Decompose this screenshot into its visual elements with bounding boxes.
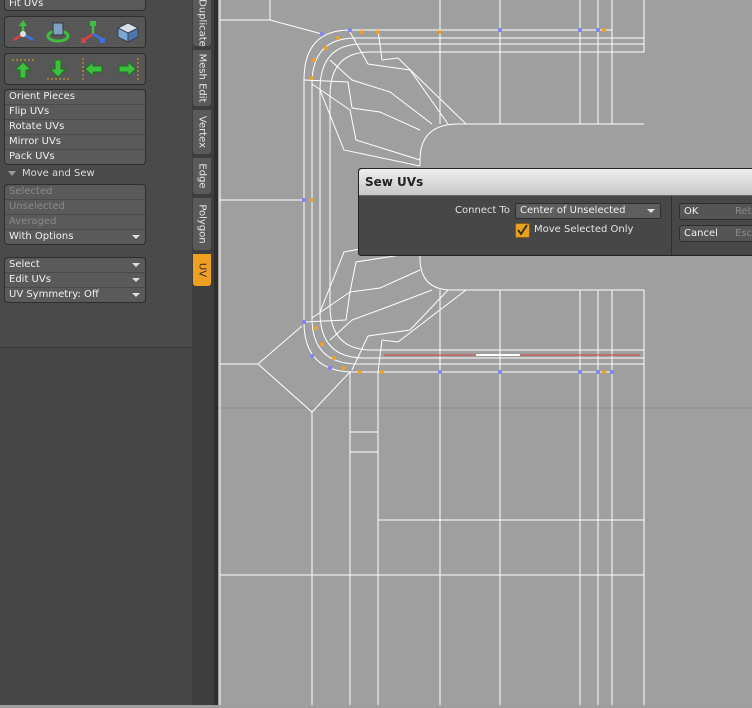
arrow-tool-bar (4, 53, 146, 85)
sew-modes-group: Selected Unselected Averaged With Option… (4, 184, 146, 245)
sew-averaged-button[interactable]: Averaged (5, 215, 145, 230)
vertical-tab-strip: Duplicate Mesh Edit Vertex Edge Polygon … (192, 0, 214, 705)
tool-panel: Fit UVs Orient Pieces Flip UVs Rotate UV… (0, 0, 192, 705)
sew-uvs-dialog: Sew UVs Connect To Center of Unselected … (358, 168, 752, 256)
rotate-tool-icon[interactable] (43, 19, 73, 45)
ok-shortcut-hint: Ret (735, 206, 752, 217)
dropdown-arrow-icon (132, 235, 140, 239)
ok-button[interactable]: OK Ret (679, 203, 752, 220)
cancel-button[interactable]: Cancel Esc (679, 225, 752, 242)
tab-edge[interactable]: Edge (193, 158, 211, 194)
move-selected-only-label: Move Selected Only (534, 224, 634, 235)
cancel-shortcut-hint: Esc (735, 228, 752, 239)
with-options-label: With Options (9, 231, 74, 242)
fit-uvs-button[interactable]: Fit UVs (5, 0, 145, 10)
mode-dropdowns-group: Select Edit UVs UV Symmetry: Off (4, 257, 146, 303)
select-dropdown[interactable]: Select (5, 258, 145, 273)
sew-unselected-button[interactable]: Unselected (5, 200, 145, 215)
fit-uvs-group: Fit UVs (4, 0, 146, 11)
uv-wireframe (218, 0, 752, 705)
select-dropdown-label: Select (9, 259, 40, 270)
dialog-title[interactable]: Sew UVs (359, 169, 752, 196)
tab-uv[interactable]: UV (193, 254, 211, 286)
rotate-uvs-button[interactable]: Rotate UVs (5, 120, 145, 135)
move-tool-icon[interactable] (8, 19, 38, 45)
dropdown-arrow-icon (647, 209, 655, 213)
move-right-icon[interactable] (113, 56, 143, 82)
uv-symmetry-dropdown-label: UV Symmetry: Off (9, 289, 99, 300)
pack-uvs-button[interactable]: Pack UVs (5, 150, 145, 164)
scale-tool-icon[interactable] (78, 19, 108, 45)
move-up-icon[interactable] (8, 56, 38, 82)
tab-vertex[interactable]: Vertex (193, 110, 211, 154)
uv-ops-group: Orient Pieces Flip UVs Rotate UVs Mirror… (4, 89, 146, 165)
uv-symmetry-dropdown[interactable]: UV Symmetry: Off (5, 288, 145, 302)
tab-duplicate[interactable]: Duplicate (193, 0, 211, 47)
button-separator (671, 196, 672, 255)
tab-mesh-edit[interactable]: Mesh Edit (193, 50, 211, 106)
collapse-triangle-icon (8, 170, 16, 176)
ok-label: OK (684, 206, 699, 217)
dropdown-arrow-icon (132, 278, 140, 282)
sew-selected-button[interactable]: Selected (5, 185, 145, 200)
uv-viewport[interactable] (218, 0, 752, 705)
move-down-icon[interactable] (43, 56, 73, 82)
tab-polygon[interactable]: Polygon (193, 198, 211, 250)
edit-uvs-dropdown-label: Edit UVs (9, 274, 51, 285)
dropdown-arrow-icon (132, 293, 140, 297)
cancel-label: Cancel (684, 228, 718, 239)
tool-panel-upper: Fit UVs Orient Pieces Flip UVs Rotate UV… (0, 0, 192, 348)
transform-tool-bar (4, 16, 146, 48)
orient-pieces-button[interactable]: Orient Pieces (5, 90, 145, 105)
move-selected-only-checkbox[interactable] (515, 223, 530, 238)
move-sew-section-header[interactable]: Move and Sew (8, 168, 95, 179)
transform-tool-icon[interactable] (113, 19, 143, 45)
move-left-icon[interactable] (78, 56, 108, 82)
connect-to-value: Center of Unselected (520, 205, 626, 216)
checkmark-icon (517, 224, 528, 236)
dropdown-arrow-icon (132, 263, 140, 267)
connect-to-select[interactable]: Center of Unselected (515, 203, 661, 219)
flip-uvs-button[interactable]: Flip UVs (5, 105, 145, 120)
mirror-uvs-button[interactable]: Mirror UVs (5, 135, 145, 150)
with-options-dropdown[interactable]: With Options (5, 230, 145, 244)
connect-to-label: Connect To (455, 205, 511, 216)
edit-uvs-dropdown[interactable]: Edit UVs (5, 273, 145, 288)
move-sew-title: Move and Sew (22, 168, 95, 179)
